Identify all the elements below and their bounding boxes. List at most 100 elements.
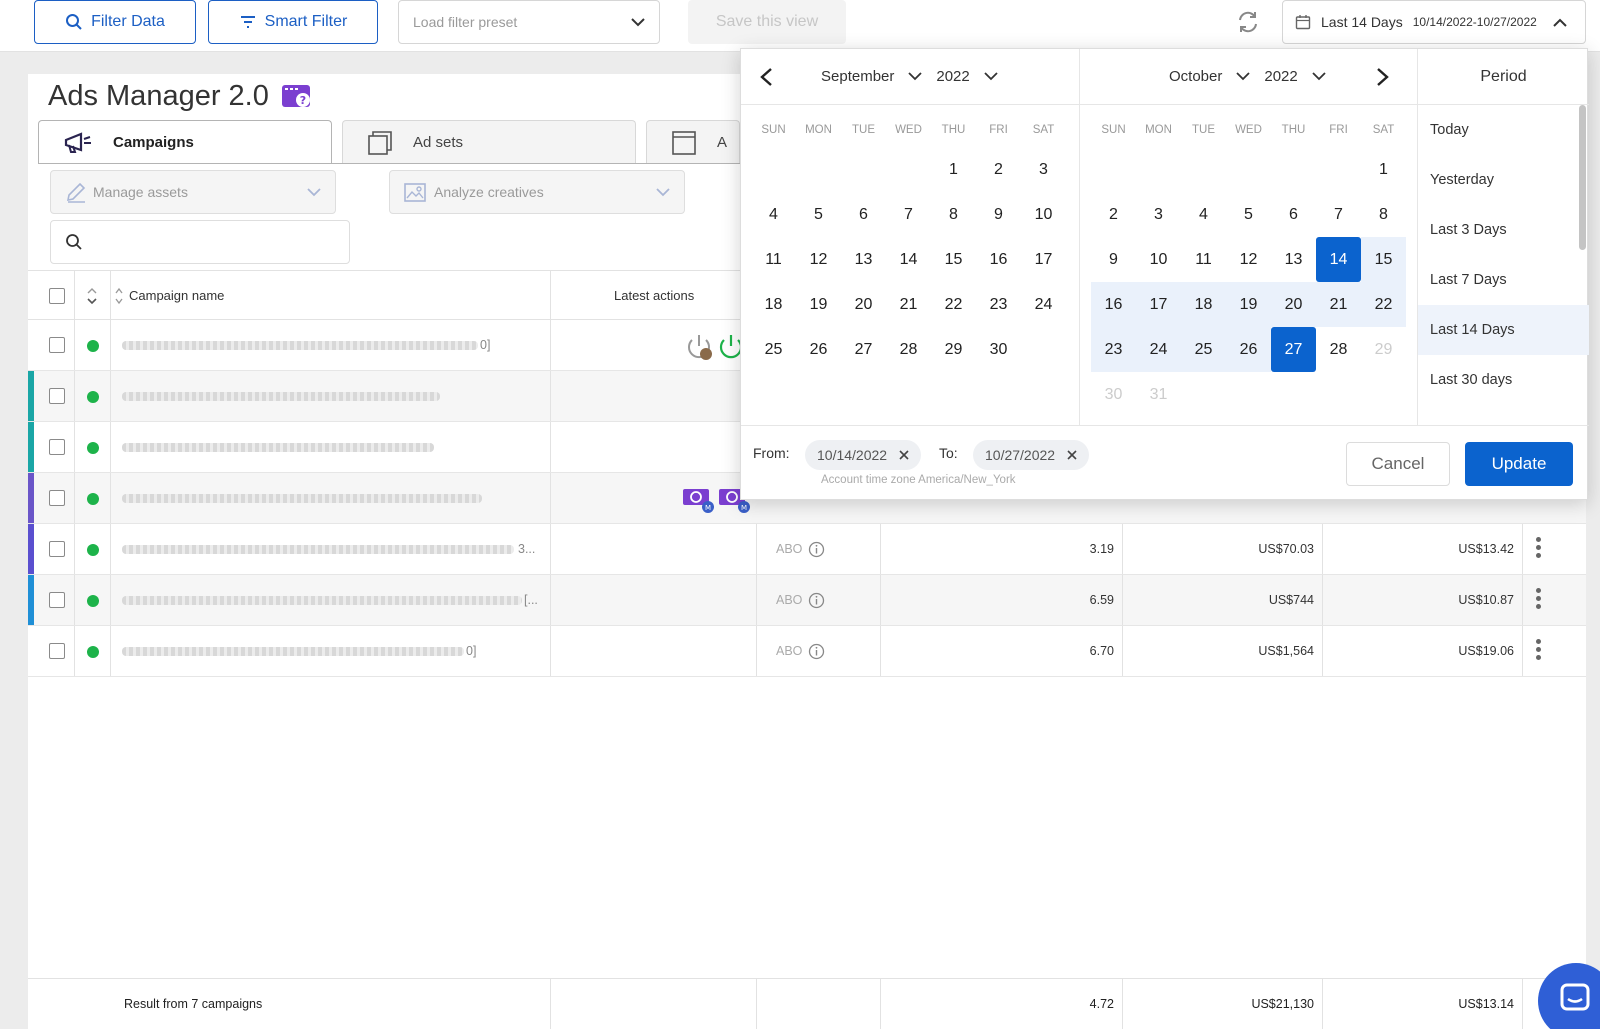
update-button[interactable]: Update [1465, 442, 1573, 486]
period-last-7-days[interactable]: Last 7 Days [1418, 255, 1589, 305]
calendar-day[interactable]: 10 [1136, 237, 1181, 282]
calendar-day[interactable]: 1 [1361, 147, 1406, 192]
period-today[interactable]: Today [1418, 105, 1589, 155]
calendar-day[interactable]: 13 [1271, 237, 1316, 282]
year-select-label[interactable]: 2022 [1264, 68, 1297, 85]
calendar-day[interactable]: 18 [751, 282, 796, 327]
refresh-icon[interactable] [1234, 8, 1262, 36]
month-select-label[interactable]: September [821, 68, 894, 85]
info-icon[interactable] [808, 592, 825, 609]
column-latest-actions[interactable]: Latest actions [614, 288, 694, 303]
row-checkbox[interactable] [49, 592, 65, 608]
row-checkbox[interactable] [49, 439, 65, 455]
calendar-day[interactable]: 21 [886, 282, 931, 327]
calendar-day[interactable]: 27 [841, 327, 886, 372]
chevron-down-icon[interactable] [908, 72, 923, 81]
calendar-day[interactable]: 22 [1361, 282, 1406, 327]
calendar-day[interactable]: 28 [886, 327, 931, 372]
calendar-day[interactable]: 2 [976, 147, 1021, 192]
calendar-day[interactable]: 23 [1091, 327, 1136, 372]
row-menu-icon[interactable] [1536, 639, 1542, 663]
calendar-day[interactable]: 15 [1361, 237, 1406, 282]
smart-filter-button[interactable]: Smart Filter [208, 0, 378, 44]
calendar-day[interactable]: 27 [1271, 327, 1316, 372]
table-row[interactable]: 3... ABO 3.19 US$70.03 US$13.42 [28, 524, 1586, 575]
period-last-30-days[interactable]: Last 30 days [1418, 355, 1589, 405]
calendar-day[interactable]: 10 [1021, 192, 1066, 237]
manage-assets-dropdown[interactable]: Manage assets [50, 170, 336, 214]
save-view-button[interactable]: Save this view [688, 0, 846, 44]
close-icon[interactable] [899, 450, 909, 460]
calendar-day[interactable]: 9 [1091, 237, 1136, 282]
calendar-day[interactable]: 14 [886, 237, 931, 282]
calendar-day[interactable]: 19 [796, 282, 841, 327]
calendar-day[interactable]: 3 [1021, 147, 1066, 192]
campaign-name-redacted[interactable] [122, 392, 440, 401]
chevron-right-icon[interactable] [1376, 67, 1390, 87]
month-select-label[interactable]: October [1169, 68, 1222, 85]
calendar-day[interactable]: 8 [1361, 192, 1406, 237]
tab-campaigns[interactable]: Campaigns [38, 120, 332, 164]
table-row[interactable]: 0] ABO 6.70 US$1,564 US$19.06 [28, 626, 1586, 677]
campaign-name-redacted[interactable] [122, 443, 434, 452]
close-icon[interactable] [1067, 450, 1077, 460]
calendar-day[interactable]: 4 [751, 192, 796, 237]
calendar-day[interactable]: 17 [1021, 237, 1066, 282]
calendar-day[interactable]: 7 [886, 192, 931, 237]
filter-data-button[interactable]: Filter Data [34, 0, 196, 44]
period-last-3-days[interactable]: Last 3 Days [1418, 205, 1589, 255]
row-menu-icon[interactable] [1536, 588, 1542, 612]
sort-icon[interactable] [86, 287, 98, 305]
period-yesterday[interactable]: Yesterday [1418, 155, 1589, 205]
calendar-day[interactable]: 8 [931, 192, 976, 237]
table-row[interactable]: [... ABO 6.59 US$744 US$10.87 [28, 575, 1586, 626]
calendar-day[interactable]: 14 [1316, 237, 1361, 282]
calendar-day[interactable]: 1 [931, 147, 976, 192]
chat-launcher-button[interactable] [1538, 963, 1600, 1029]
calendar-day[interactable]: 5 [796, 192, 841, 237]
calendar-day[interactable]: 19 [1226, 282, 1271, 327]
row-checkbox[interactable] [49, 541, 65, 557]
calendar-day[interactable]: 25 [751, 327, 796, 372]
calendar-day[interactable]: 12 [1226, 237, 1271, 282]
calendar-day[interactable]: 26 [1226, 327, 1271, 372]
calendar-day[interactable]: 30 [976, 327, 1021, 372]
calendar-day[interactable]: 16 [976, 237, 1021, 282]
date-range-button[interactable]: Last 14 Days 10/14/2022-10/27/2022 [1282, 0, 1586, 44]
help-window-icon[interactable]: ? [281, 84, 313, 110]
calendar-day[interactable]: 6 [1271, 192, 1316, 237]
calendar-day[interactable]: 3 [1136, 192, 1181, 237]
from-date-chip[interactable]: 10/14/2022 [805, 440, 922, 470]
calendar-day[interactable]: 13 [841, 237, 886, 282]
calendar-day[interactable]: 11 [751, 237, 796, 282]
calendar-day[interactable]: 11 [1181, 237, 1226, 282]
calendar-day[interactable]: 21 [1316, 282, 1361, 327]
tab-ads[interactable]: A [646, 120, 740, 164]
calendar-day[interactable]: 15 [931, 237, 976, 282]
calendar-day[interactable]: 12 [796, 237, 841, 282]
period-scrollbar[interactable] [1579, 105, 1586, 250]
calendar-day[interactable]: 26 [796, 327, 841, 372]
campaign-name-redacted[interactable] [122, 545, 514, 554]
calendar-day[interactable]: 9 [976, 192, 1021, 237]
column-campaign-name[interactable]: Campaign name [129, 288, 224, 303]
calendar-day[interactable]: 20 [1271, 282, 1316, 327]
calendar-day[interactable]: 16 [1091, 282, 1136, 327]
chevron-down-icon[interactable] [1312, 72, 1326, 81]
calendar-day[interactable]: 7 [1316, 192, 1361, 237]
calendar-day[interactable]: 2 [1091, 192, 1136, 237]
period-last-14-days[interactable]: Last 14 Days [1418, 305, 1589, 355]
calendar-day[interactable]: 6 [841, 192, 886, 237]
campaign-name-redacted[interactable] [122, 341, 478, 350]
info-icon[interactable] [808, 643, 825, 660]
calendar-day[interactable]: 5 [1226, 192, 1271, 237]
campaign-name-redacted[interactable] [122, 596, 522, 605]
calendar-day[interactable]: 18 [1181, 282, 1226, 327]
sort-icon[interactable] [114, 287, 124, 305]
campaign-name-redacted[interactable] [122, 494, 482, 503]
row-checkbox[interactable] [49, 643, 65, 659]
calendar-day[interactable]: 22 [931, 282, 976, 327]
select-all-checkbox[interactable] [49, 288, 65, 304]
cancel-button[interactable]: Cancel [1346, 442, 1450, 486]
calendar-day[interactable]: 17 [1136, 282, 1181, 327]
